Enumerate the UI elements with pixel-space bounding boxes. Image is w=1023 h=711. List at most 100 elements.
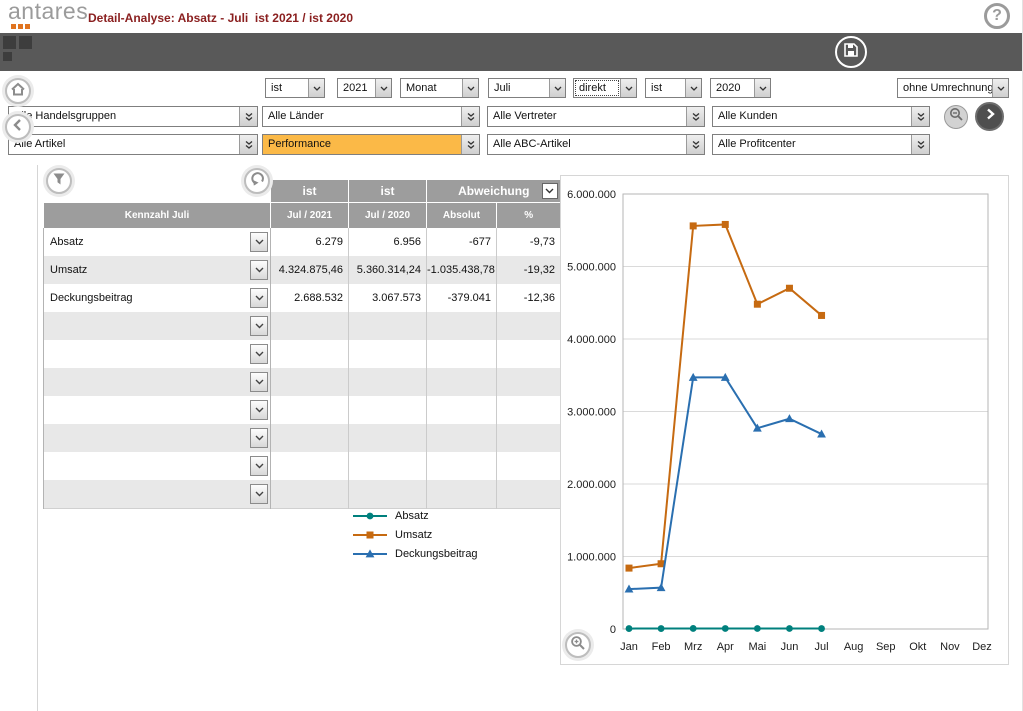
help-button[interactable]: ? [984, 3, 1010, 29]
kennzahl-cell [43, 368, 271, 396]
filter-currency-select[interactable]: ohne Umrechnung [897, 78, 1009, 98]
back-button[interactable] [5, 114, 31, 140]
value-cell: -19,32 [496, 256, 561, 284]
save-button[interactable] [835, 36, 867, 68]
double-chevron-down-icon [911, 107, 929, 126]
filter-basis-select[interactable]: ist [265, 78, 325, 98]
kennzahl-cell [43, 480, 271, 508]
kennzahl-dropdown-button[interactable] [250, 428, 268, 448]
filter-performance-select[interactable]: Performance [262, 134, 480, 155]
legend-marker-icon [353, 548, 387, 557]
chevron-down-icon [462, 79, 478, 97]
home-button[interactable] [5, 78, 31, 104]
filter-kunden-select[interactable]: Alle Kunden [712, 106, 930, 127]
filter-mode-select[interactable]: direkt [573, 78, 637, 98]
value-cell [426, 312, 497, 340]
chevron-down-icon [685, 79, 701, 97]
svg-text:Jun: Jun [781, 641, 799, 653]
col-header-abweichung: Abweichung [426, 180, 561, 202]
chart-panel: 0 1.000.000 2.000.000 3.000.000 4.000.000 5.0… [560, 175, 1009, 665]
apply-filter-button[interactable] [975, 102, 1004, 131]
kennzahl-cell: Deckungsbeitrag [43, 284, 271, 312]
svg-text:Apr: Apr [717, 641, 734, 653]
value-cell: 3.067.573 [348, 284, 427, 312]
filter-compare-basis-select[interactable]: ist [645, 78, 702, 98]
table-row [43, 424, 561, 452]
double-chevron-down-icon [461, 135, 479, 154]
kennzahl-dropdown-button[interactable] [250, 344, 268, 364]
kennzahl-cell [43, 340, 271, 368]
svg-text:2.000.000: 2.000.000 [567, 479, 616, 491]
value-cell [426, 340, 497, 368]
table-row [43, 368, 561, 396]
table-row: Deckungsbeitrag 2.688.532 3.067.573 -379.04… [43, 284, 561, 312]
reset-button[interactable] [244, 168, 270, 194]
table-row [43, 452, 561, 480]
kennzahl-dropdown-button[interactable] [250, 484, 268, 504]
value-cell [270, 396, 349, 424]
filter-compare-year-select[interactable]: 2020 [710, 78, 771, 98]
zoom-out-button[interactable] [944, 105, 968, 129]
kennzahl-dropdown-button[interactable] [250, 456, 268, 476]
filter-laender-select[interactable]: Alle Länder [262, 106, 480, 127]
kennzahl-cell: Absatz [43, 228, 271, 256]
toolbar-decoration-square [19, 36, 32, 49]
chevron-down-icon [620, 79, 636, 97]
filter-handelsgruppen-select[interactable]: Alle Handelsgruppen [8, 106, 258, 127]
logo-squares-decoration [11, 24, 30, 29]
header-blank-cell [44, 180, 271, 202]
value-cell [496, 340, 561, 368]
abweichung-dropdown-button[interactable] [541, 183, 558, 199]
toolbar-decoration-square [3, 36, 16, 49]
kennzahl-label: Umsatz [50, 264, 88, 276]
filter-bar: ist 2021 Monat Juli direkt ist 2020 ohne… [0, 71, 1022, 165]
line-chart-svg: 0 1.000.000 2.000.000 3.000.000 4.000.000 5.0… [567, 189, 992, 653]
svg-text:3.000.000: 3.000.000 [567, 407, 616, 419]
value-cell: -677 [426, 228, 497, 256]
kennzahl-dropdown-button[interactable] [250, 260, 268, 280]
legend-marker-icon [353, 512, 387, 519]
kennzahl-dropdown-button[interactable] [250, 372, 268, 392]
kennzahl-cell [43, 312, 271, 340]
chevron-down-icon [754, 79, 770, 97]
magnifier-icon [570, 635, 586, 656]
col-subheader-absolut: Absolut [426, 201, 497, 228]
question-mark-icon: ? [992, 7, 1002, 24]
chevron-right-icon [983, 107, 997, 126]
filter-profitcenter-select[interactable]: Alle Profitcenter [712, 134, 930, 155]
filter-month-select[interactable]: Juli [488, 78, 566, 98]
kennzahl-cell [43, 396, 271, 424]
svg-text:Nov: Nov [940, 641, 960, 653]
funnel-icon [51, 171, 67, 192]
filter-period-type-select[interactable]: Monat [400, 78, 479, 98]
toolbar [0, 33, 1022, 71]
kennzahl-dropdown-button[interactable] [250, 400, 268, 420]
kennzahl-dropdown-button[interactable] [250, 288, 268, 308]
legend-item: Absatz [352, 506, 478, 525]
kennzahl-cell [43, 452, 271, 480]
col-header-ist-2021: ist [270, 180, 349, 202]
value-cell: 6.956 [348, 228, 427, 256]
value-cell: -379.041 [426, 284, 497, 312]
svg-text:Mai: Mai [748, 641, 766, 653]
value-cell: 6.279 [270, 228, 349, 256]
value-cell [426, 396, 497, 424]
kennzahl-dropdown-button[interactable] [250, 316, 268, 336]
filter-abc-artikel-select[interactable]: Alle ABC-Artikel [487, 134, 705, 155]
filter-artikel-select[interactable]: Alle Artikel [8, 134, 258, 155]
svg-text:Jan: Jan [620, 641, 638, 653]
save-icon [842, 41, 860, 64]
col-subheader-jul-2021: Jul / 2021 [270, 201, 349, 228]
svg-text:Okt: Okt [909, 641, 926, 653]
undo-arrow-icon [249, 170, 266, 192]
chart-zoom-button[interactable] [565, 632, 591, 658]
chevron-left-icon [10, 117, 26, 138]
filter-year-select[interactable]: 2021 [337, 78, 392, 98]
kennzahl-dropdown-button[interactable] [250, 232, 268, 252]
kennzahl-table: ist ist Abweichung Kennzahl Juli Jul / 2… [43, 180, 561, 509]
legend-label: Deckungsbeitrag [395, 547, 478, 560]
filter-table-button[interactable] [46, 168, 72, 194]
page-title: Detail-Analyse: Absatz - Juli ist 2021 /… [88, 11, 353, 25]
value-cell: -12,36 [496, 284, 561, 312]
filter-vertreter-select[interactable]: Alle Vertreter [487, 106, 705, 127]
